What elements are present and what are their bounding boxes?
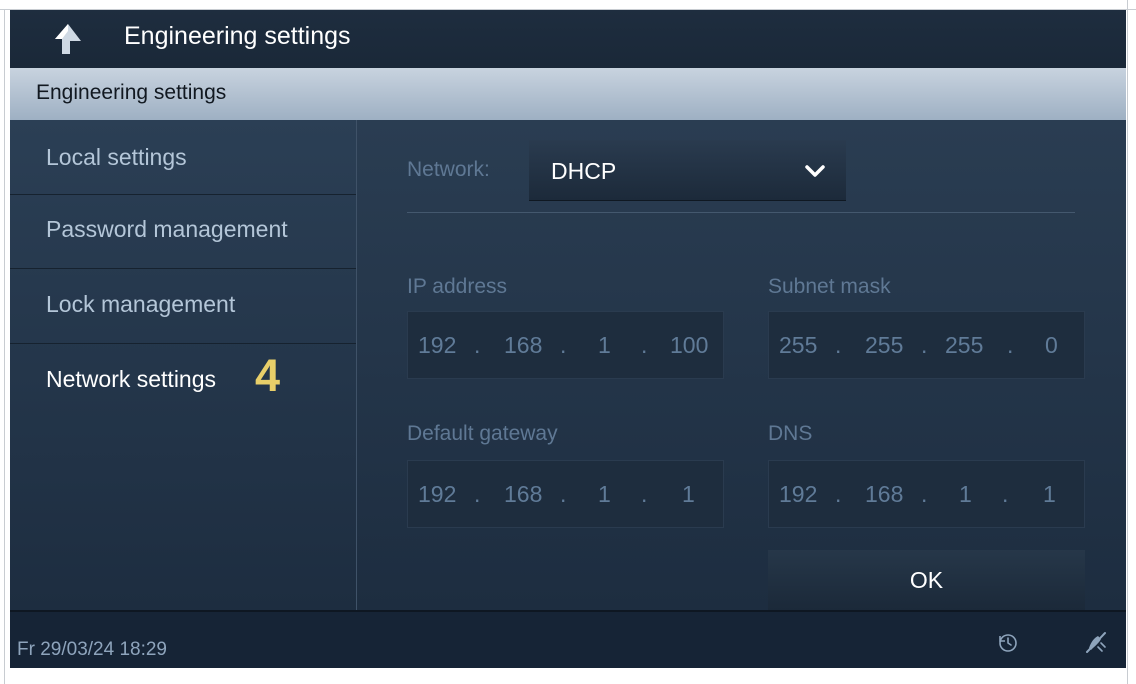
step-marker: 4 bbox=[255, 350, 281, 401]
sidebar-item-label: Password management bbox=[46, 216, 288, 242]
default-gateway-label: Default gateway bbox=[407, 422, 558, 445]
octet-separator: . bbox=[1002, 481, 1009, 507]
sidebar-item-label: Local settings bbox=[46, 144, 187, 170]
ip-octet: 192 bbox=[779, 481, 818, 507]
sidebar-item-local-settings[interactable]: Local settings bbox=[10, 120, 356, 195]
ip-octet: 255 bbox=[945, 332, 984, 358]
divider bbox=[407, 212, 1075, 213]
dns-label: DNS bbox=[768, 422, 813, 445]
octet-separator: . bbox=[835, 481, 842, 507]
frame-border-left bbox=[4, 10, 5, 684]
chevron-down-icon bbox=[805, 165, 825, 177]
ip-octet: 168 bbox=[865, 481, 904, 507]
ip-octet: 192 bbox=[418, 332, 457, 358]
network-mode-dropdown[interactable]: DHCP bbox=[529, 140, 846, 200]
sidebar-item-lock-management[interactable]: Lock management bbox=[10, 269, 356, 344]
sidebar-item-network-settings[interactable]: Network settings 4 bbox=[10, 344, 356, 418]
history-icon[interactable] bbox=[997, 632, 1019, 654]
ip-octet: 1 bbox=[598, 332, 611, 358]
ip-address-field[interactable]: 192 . 168 . 1 . 100 bbox=[407, 311, 724, 379]
back-button[interactable] bbox=[50, 22, 86, 56]
network-label: Network: bbox=[407, 158, 490, 181]
settings-panel: Local settings Password management Lock … bbox=[10, 120, 1126, 612]
section-header: Engineering settings bbox=[10, 68, 1126, 120]
status-datetime: Fr 29/03/24 18:29 bbox=[17, 639, 167, 660]
frame-border-right bbox=[1127, 0, 1128, 684]
section-title: Engineering settings bbox=[36, 81, 227, 104]
ip-address-label: IP address bbox=[407, 275, 508, 298]
network-mode-value: DHCP bbox=[551, 158, 617, 184]
octet-separator: . bbox=[560, 332, 567, 358]
octet-separator: . bbox=[474, 481, 481, 507]
ip-octet: 255 bbox=[779, 332, 818, 358]
default-gateway-field[interactable]: 192 . 168 . 1 . 1 bbox=[407, 460, 724, 528]
octet-separator: . bbox=[1007, 332, 1014, 358]
subnet-mask-label: Subnet mask bbox=[768, 275, 891, 298]
ip-octet: 1 bbox=[959, 481, 972, 507]
dns-field[interactable]: 192 . 168 . 1 . 1 bbox=[768, 460, 1085, 528]
network-settings-content: Network: DHCP IP address 192 . 168 . 1 .… bbox=[356, 120, 1126, 610]
ip-octet: 192 bbox=[418, 481, 457, 507]
status-bar: Fr 29/03/24 18:29 bbox=[10, 612, 1126, 668]
ip-octet: 168 bbox=[504, 481, 543, 507]
octet-separator: . bbox=[641, 332, 648, 358]
ip-octet: 1 bbox=[682, 481, 695, 507]
ip-octet: 100 bbox=[670, 332, 709, 358]
octet-separator: . bbox=[835, 332, 842, 358]
settings-sidebar: Local settings Password management Lock … bbox=[10, 120, 357, 610]
mute-icon[interactable] bbox=[1083, 630, 1109, 656]
octet-separator: . bbox=[560, 481, 567, 507]
ip-octet: 1 bbox=[1043, 481, 1056, 507]
back-arrow-icon bbox=[55, 24, 81, 54]
sidebar-item-password-management[interactable]: Password management bbox=[10, 194, 356, 269]
ip-octet: 1 bbox=[598, 481, 611, 507]
ip-octet: 0 bbox=[1045, 332, 1058, 358]
sidebar-item-label: Network settings bbox=[46, 366, 217, 392]
ip-octet: 255 bbox=[865, 332, 904, 358]
ok-button[interactable]: OK bbox=[768, 550, 1085, 610]
octet-separator: . bbox=[921, 481, 928, 507]
page-title: Engineering settings bbox=[124, 22, 351, 50]
octet-separator: . bbox=[921, 332, 928, 358]
ok-button-label: OK bbox=[909, 567, 944, 593]
ip-octet: 168 bbox=[504, 332, 543, 358]
octet-separator: . bbox=[641, 481, 648, 507]
sidebar-item-label: Lock management bbox=[46, 291, 236, 317]
subnet-mask-field[interactable]: 255 . 255 . 255 . 0 bbox=[768, 311, 1085, 379]
device-screen: Engineering settings Engineering setting… bbox=[10, 10, 1126, 668]
title-bar: Engineering settings bbox=[10, 10, 1126, 68]
octet-separator: . bbox=[474, 332, 481, 358]
